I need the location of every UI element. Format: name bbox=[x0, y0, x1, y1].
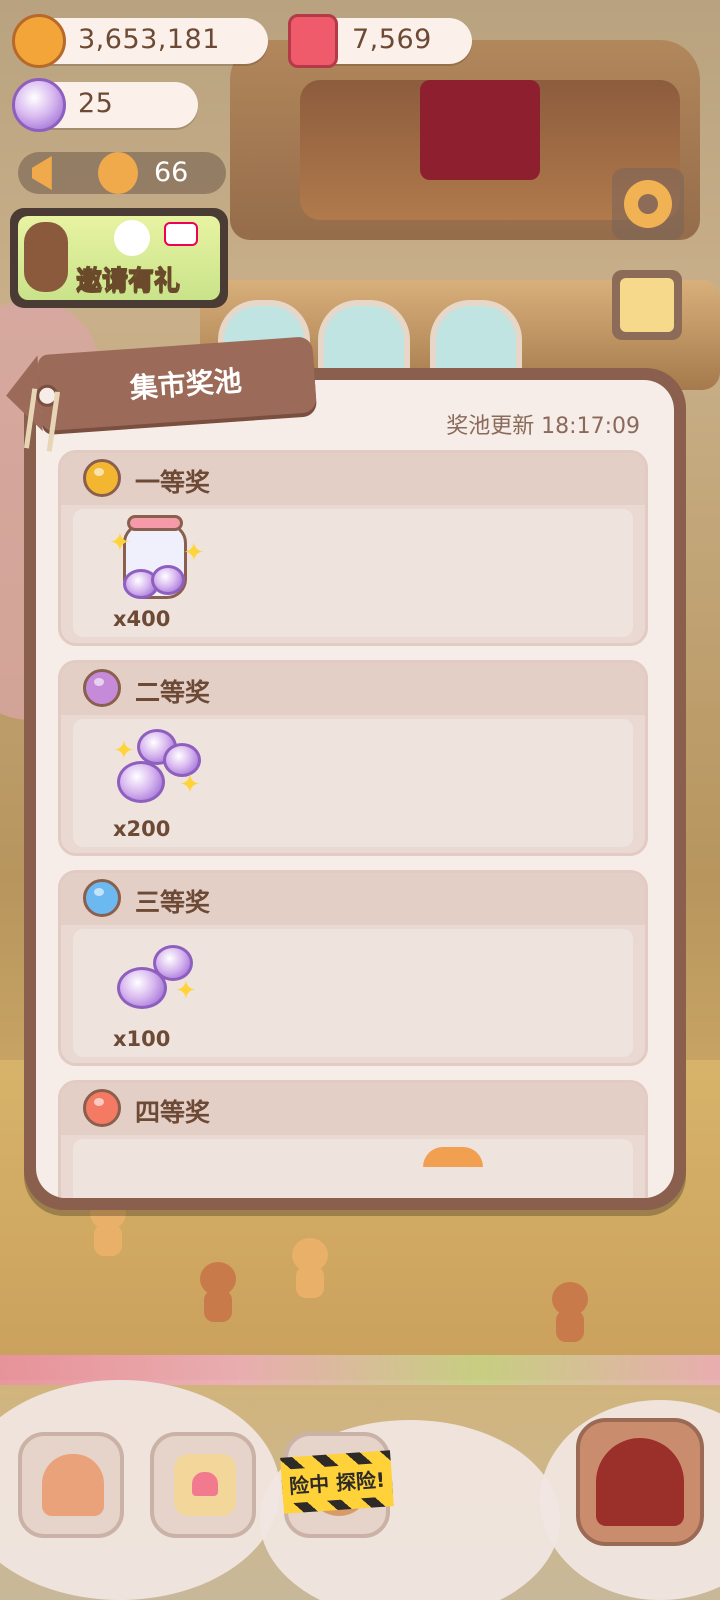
prize-header: 四等奖 bbox=[61, 1083, 645, 1135]
cookie-amount: 3,653,181 bbox=[78, 24, 220, 55]
prize-tier-4: 四等奖 bbox=[58, 1080, 648, 1198]
candle-counter[interactable]: 7,569 bbox=[288, 14, 472, 68]
candy-icon bbox=[117, 967, 167, 1009]
prize-name: 四等奖 bbox=[135, 1098, 211, 1127]
red-ball-icon bbox=[83, 1089, 121, 1127]
candy-amount: 25 bbox=[78, 88, 114, 119]
hi-bubble-icon bbox=[164, 222, 198, 246]
prize-tier-2: 二等奖 ✦ ✦ x200 bbox=[58, 660, 648, 856]
caution-tape: 险中 探险! bbox=[280, 1450, 394, 1514]
gold-ball-icon bbox=[83, 459, 121, 497]
prize-tier-3: 三等奖 ✦ x100 bbox=[58, 870, 648, 1066]
gear-hole bbox=[638, 194, 658, 214]
gingerbread-character bbox=[288, 1238, 332, 1298]
character-avatar bbox=[24, 222, 68, 292]
cookie-counter[interactable]: 3,653,181 bbox=[12, 14, 268, 68]
smile-icon bbox=[114, 220, 150, 256]
candy-pile-icon[interactable]: ✦ ✦ bbox=[109, 729, 201, 815]
candy-counter[interactable]: 25 bbox=[12, 78, 198, 132]
reward-item-icon bbox=[423, 1147, 483, 1167]
circus-tent-icon bbox=[596, 1438, 684, 1526]
cookie-icon bbox=[12, 14, 66, 68]
pool-refresh-timer: 奖池更新 18:17:09 bbox=[446, 414, 640, 439]
prize-pool-content[interactable]: 奖池更新 18:17:09 一等奖 ✦ ✦ x400 二等奖 ✦ ✦ x200 … bbox=[36, 380, 674, 1198]
invite-panel: 邀请有礼 bbox=[18, 216, 220, 300]
prize-reward: ✦ x100 bbox=[73, 929, 633, 1057]
house-button[interactable] bbox=[18, 1432, 124, 1538]
heart-icon bbox=[192, 1472, 218, 1496]
candy-pair-icon[interactable]: ✦ bbox=[109, 939, 199, 1025]
prize-reward: ✦ ✦ x200 bbox=[73, 719, 633, 847]
caution-tape-text: 险中 探险! bbox=[281, 1462, 394, 1504]
prize-name: 一等奖 bbox=[135, 468, 211, 497]
candle-icon bbox=[288, 14, 338, 68]
blue-ball-icon bbox=[83, 879, 121, 917]
prize-header: 一等奖 bbox=[61, 453, 645, 505]
candle-amount: 7,569 bbox=[352, 24, 432, 55]
mushroom-house-icon bbox=[42, 1454, 104, 1516]
notebook-button[interactable] bbox=[150, 1432, 256, 1538]
modal-title: 集市奖池 bbox=[128, 364, 243, 405]
broadcast-bar[interactable]: 66 bbox=[18, 152, 226, 194]
red-curtain bbox=[420, 80, 540, 180]
stamp-icon bbox=[620, 278, 674, 332]
gingerbread-character bbox=[548, 1282, 592, 1342]
prize-tier-1: 一等奖 ✦ ✦ x400 bbox=[58, 450, 648, 646]
broadcast-count: 66 bbox=[154, 157, 189, 188]
prize-header: 三等奖 bbox=[61, 873, 645, 925]
heart-notebook-icon bbox=[174, 1454, 236, 1516]
reward-quantity: x100 bbox=[113, 1027, 171, 1051]
settings-button[interactable] bbox=[612, 168, 684, 240]
gingerbread-character bbox=[196, 1262, 240, 1322]
megaphone-icon bbox=[32, 156, 52, 190]
purple-ball-icon bbox=[83, 669, 121, 707]
prize-name: 三等奖 bbox=[135, 888, 211, 917]
invite-label: 邀请有礼 bbox=[75, 266, 181, 297]
invite-button[interactable]: 邀请有礼 bbox=[10, 208, 228, 308]
reward-quantity: x200 bbox=[113, 817, 171, 841]
prize-header: 二等奖 bbox=[61, 663, 645, 715]
prize-reward: ✦ ✦ x400 bbox=[73, 509, 633, 637]
candy-icon bbox=[117, 761, 165, 803]
prize-name: 二等奖 bbox=[135, 678, 211, 707]
stamp-button[interactable] bbox=[612, 270, 682, 340]
reward-quantity: x400 bbox=[113, 607, 171, 631]
candy-icon bbox=[12, 78, 66, 132]
prize-reward bbox=[73, 1139, 633, 1198]
jar-lid-icon bbox=[127, 515, 183, 531]
candy-jar-icon[interactable]: ✦ ✦ bbox=[109, 515, 205, 605]
gingerbread-icon bbox=[98, 152, 138, 194]
prize-pool-modal: 奖池更新 18:17:09 一等奖 ✦ ✦ x400 二等奖 ✦ ✦ x200 … bbox=[24, 368, 686, 1210]
candy-icon bbox=[151, 565, 185, 595]
circus-button[interactable] bbox=[576, 1418, 704, 1546]
